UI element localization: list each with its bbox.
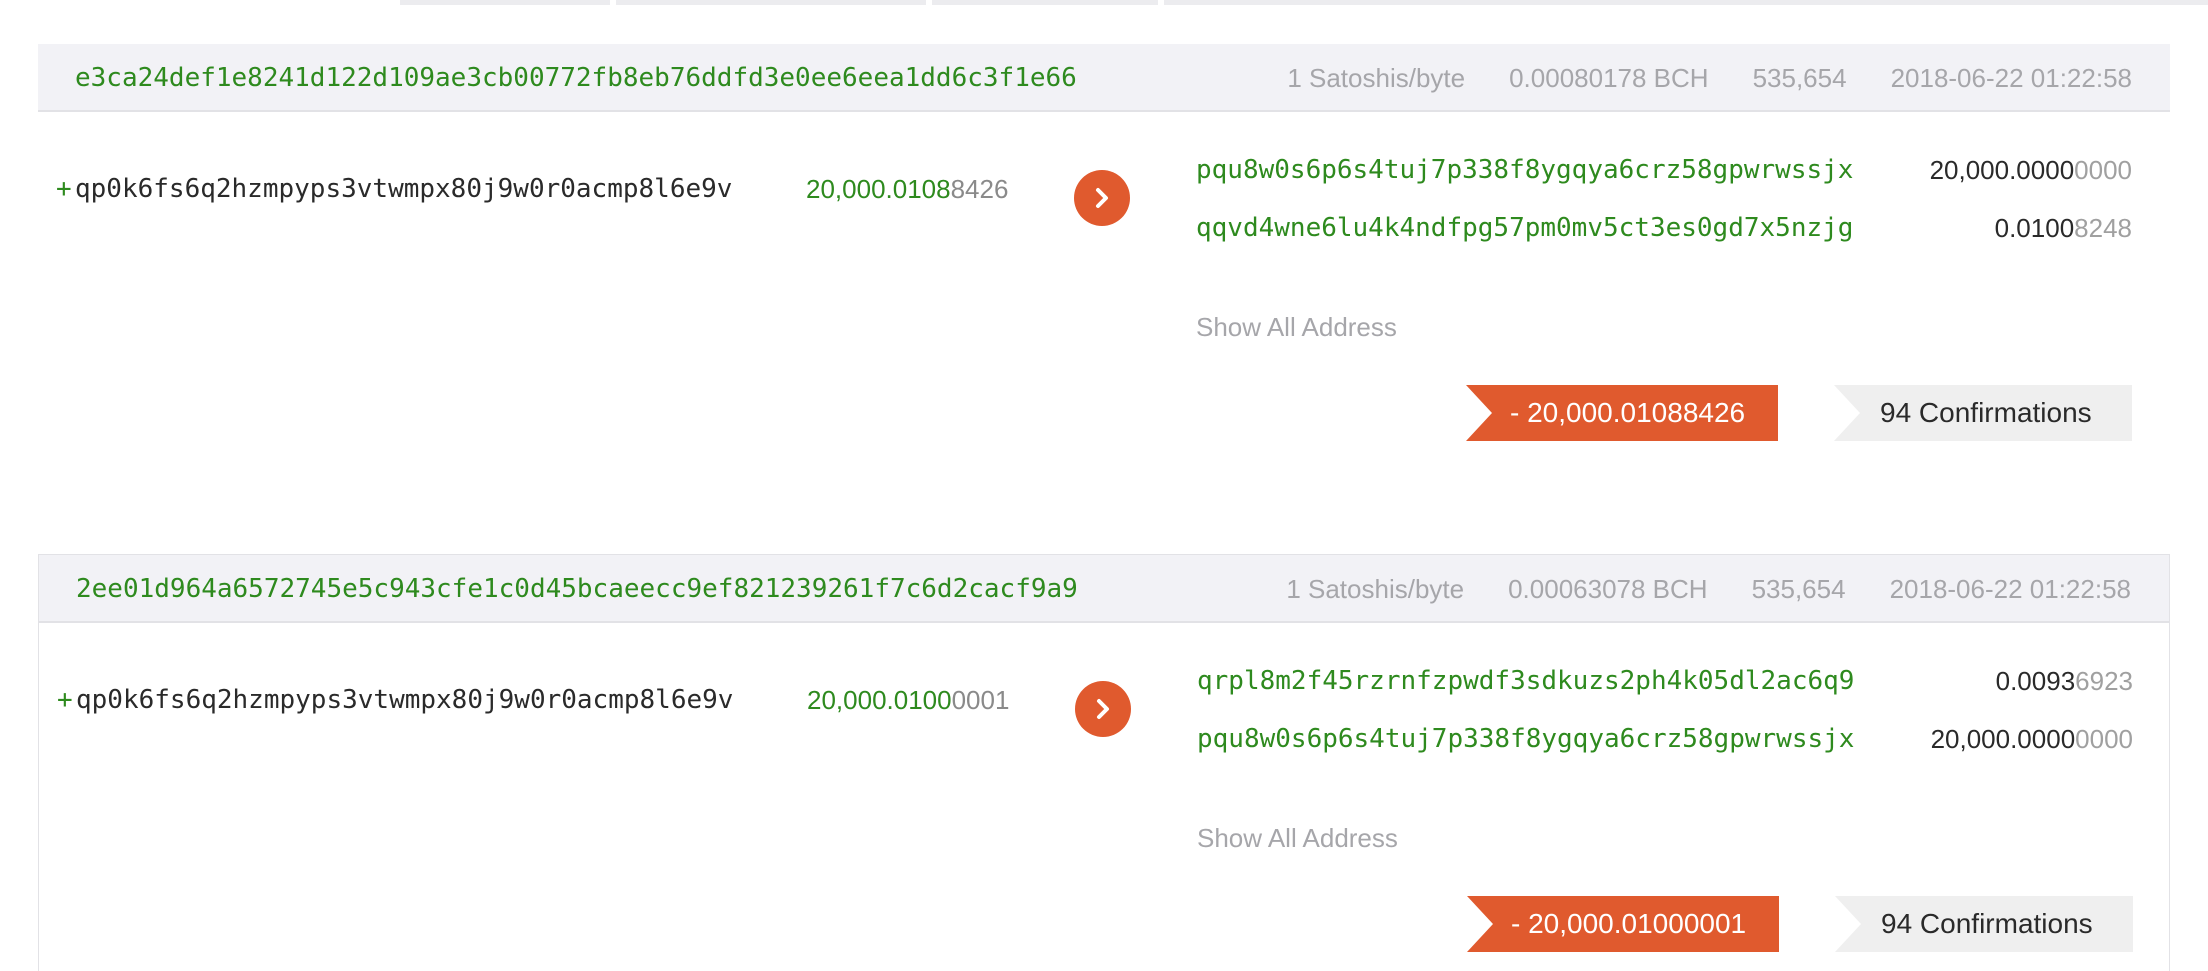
transaction-meta: 1 Satoshis/byte 0.00063078 BCH 535,654 2…	[1286, 555, 2131, 623]
input-amount-main: 20,000.0108	[806, 174, 951, 204]
output-amount-main: 20,000.0000	[1929, 155, 2075, 185]
chevron-right-icon	[1097, 699, 1109, 719]
output-address-link[interactable]: pqu8w0s6p6s4tuj7p338f8ygqya6crz58gpwrwss…	[1197, 721, 1854, 757]
output-amount: 0.00936923	[1996, 663, 2133, 699]
input-amount: 20,000.01000001	[807, 685, 1009, 716]
transaction-time: 2018-06-22 01:22:58	[1889, 574, 2131, 604]
plus-icon: +	[56, 174, 72, 204]
output-row: qqvd4wne6lu4k4ndfpg57pm0mv5ct3es0gd7x5nz…	[1196, 210, 2132, 268]
tab-divider	[400, 0, 610, 5]
output-amount-main: 0.0093	[1995, 666, 2076, 696]
show-all-address-link[interactable]: Show All Address	[1196, 312, 1397, 343]
input-row: + qp0k6fs6q2hzmpyps3vtwmpx80j9w0r0acmp8l…	[56, 174, 732, 204]
fee-amount: 0.00063078 BCH	[1508, 574, 1708, 604]
input-address-link[interactable]: qp0k6fs6q2hzmpyps3vtwmpx80j9w0r0acmp8l6e…	[76, 685, 733, 715]
plus-icon: +	[57, 685, 73, 715]
tab-divider	[932, 0, 1158, 5]
output-amount-tail: 0000	[2075, 724, 2133, 754]
tab-divider	[616, 0, 926, 5]
output-amount-tail: 0000	[2074, 155, 2132, 185]
fee-amount: 0.00080178 BCH	[1509, 63, 1709, 93]
output-row: qrpl8m2f45rzrnfzpwdf3sdkuzs2ph4k05dl2ac6…	[1197, 663, 2133, 721]
confirmations-badge: 94 Confirmations	[1834, 385, 2132, 441]
show-all-address-link[interactable]: Show All Address	[1197, 823, 1398, 854]
output-list: pqu8w0s6p6s4tuj7p338f8ygqya6crz58gpwrwss…	[1196, 152, 2132, 268]
transaction-hash-link[interactable]: e3ca24def1e8241d122d109ae3cb00772fb8eb76…	[75, 44, 1077, 112]
output-list: qrpl8m2f45rzrnfzpwdf3sdkuzs2ph4k05dl2ac6…	[1197, 663, 2133, 779]
fee-rate: 1 Satoshis/byte	[1286, 574, 1465, 604]
output-amount-main: 20,000.0000	[1930, 724, 2076, 754]
block-height: 535,654	[1752, 63, 1847, 93]
output-amount: 20,000.00000000	[1930, 152, 2132, 188]
input-address-link[interactable]: qp0k6fs6q2hzmpyps3vtwmpx80j9w0r0acmp8l6e…	[75, 174, 732, 204]
input-amount: 20,000.01088426	[806, 174, 1008, 205]
confirmations-badge: 94 Confirmations	[1835, 896, 2133, 952]
output-amount-tail: 6923	[2075, 666, 2133, 696]
output-amount-main: 0.0100	[1994, 213, 2075, 243]
output-address-link[interactable]: qqvd4wne6lu4k4ndfpg57pm0mv5ct3es0gd7x5nz…	[1196, 210, 1853, 246]
output-row: pqu8w0s6p6s4tuj7p338f8ygqya6crz58gpwrwss…	[1196, 152, 2132, 210]
net-amount-badge: - 20,000.01000001	[1467, 896, 1779, 952]
direction-arrow-button[interactable]	[1075, 681, 1131, 737]
transaction-header: e3ca24def1e8241d122d109ae3cb00772fb8eb76…	[38, 44, 2170, 112]
fee-rate: 1 Satoshis/byte	[1287, 63, 1466, 93]
transaction-card: 2ee01d964a6572745e5c943cfe1c0d45bcaeecc9…	[38, 554, 2170, 971]
output-row: pqu8w0s6p6s4tuj7p338f8ygqya6crz58gpwrwss…	[1197, 721, 2133, 779]
chevron-right-icon	[1096, 188, 1108, 208]
input-amount-tail: 0001	[951, 685, 1010, 715]
output-amount-tail: 8248	[2074, 213, 2132, 243]
input-amount-main: 20,000.0100	[807, 685, 952, 715]
output-address-link[interactable]: pqu8w0s6p6s4tuj7p338f8ygqya6crz58gpwrwss…	[1196, 152, 1853, 188]
transaction-time: 2018-06-22 01:22:58	[1890, 63, 2132, 93]
tab-divider	[1164, 0, 2208, 5]
output-address-link[interactable]: qrpl8m2f45rzrnfzpwdf3sdkuzs2ph4k05dl2ac6…	[1197, 663, 1854, 699]
block-height: 535,654	[1751, 574, 1846, 604]
output-amount: 20,000.00000000	[1931, 721, 2133, 757]
direction-arrow-button[interactable]	[1074, 170, 1130, 226]
tab-strip	[0, 0, 2208, 5]
net-amount-badge: - 20,000.01088426	[1466, 385, 1778, 441]
transaction-card: e3ca24def1e8241d122d109ae3cb00772fb8eb76…	[38, 44, 2170, 474]
transaction-meta: 1 Satoshis/byte 0.00080178 BCH 535,654 2…	[1287, 44, 2132, 112]
transaction-header: 2ee01d964a6572745e5c943cfe1c0d45bcaeecc9…	[39, 555, 2169, 623]
output-amount: 0.01008248	[1995, 210, 2132, 246]
input-row: + qp0k6fs6q2hzmpyps3vtwmpx80j9w0r0acmp8l…	[57, 685, 733, 715]
transaction-hash-link[interactable]: 2ee01d964a6572745e5c943cfe1c0d45bcaeecc9…	[76, 555, 1078, 623]
input-amount-tail: 8426	[950, 174, 1009, 204]
